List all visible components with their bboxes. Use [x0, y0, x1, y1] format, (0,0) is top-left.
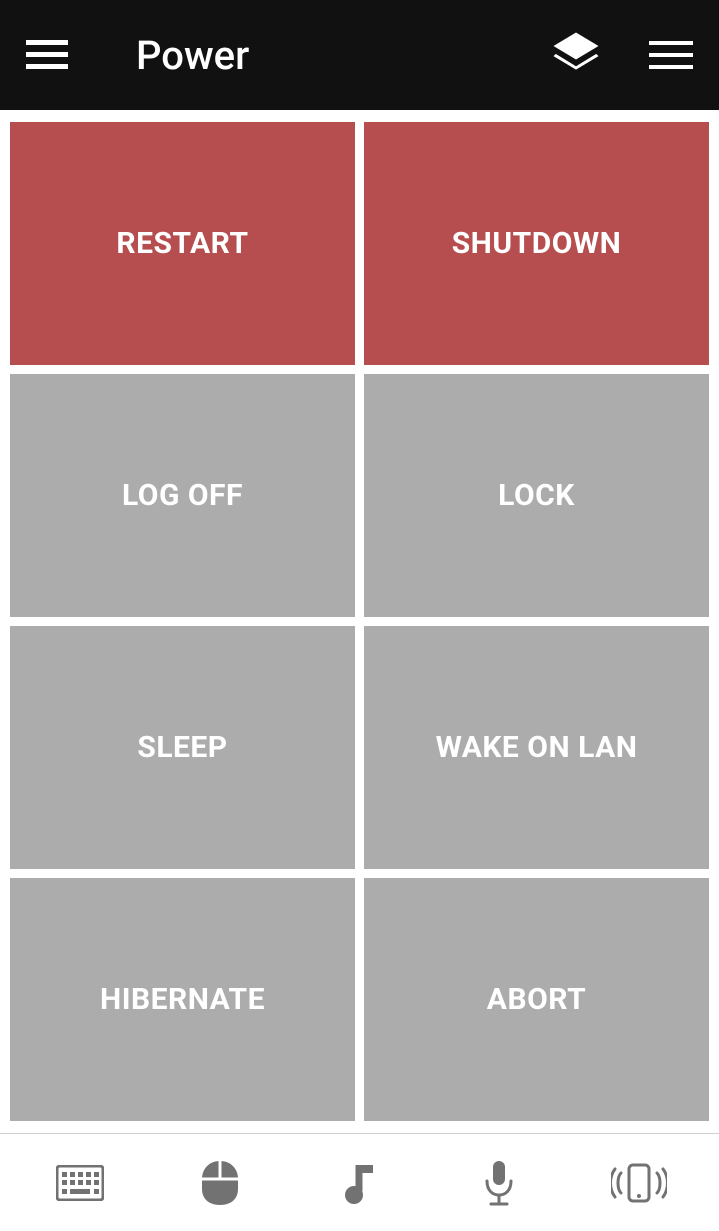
hamburger-thin-icon	[649, 41, 693, 69]
tile-label: LOCK	[498, 478, 575, 513]
tile-label: HIBERNATE	[100, 982, 265, 1017]
hamburger-icon	[26, 40, 68, 70]
menu-button[interactable]	[18, 32, 76, 78]
mouse-icon	[200, 1159, 240, 1207]
more-button[interactable]	[641, 33, 701, 77]
sleep-button[interactable]: SLEEP	[10, 626, 355, 869]
music-note-icon	[341, 1161, 377, 1205]
power-grid: RESTART SHUTDOWN LOG OFF LOCK SLEEP WAKE…	[0, 110, 719, 1133]
page-title: Power	[136, 32, 249, 79]
microphone-icon	[481, 1159, 517, 1207]
hibernate-button[interactable]: HIBERNATE	[10, 878, 355, 1121]
restart-button[interactable]: RESTART	[10, 122, 355, 365]
keyboard-button[interactable]	[50, 1153, 110, 1213]
tile-label: WAKE ON LAN	[436, 730, 638, 765]
vibrate-button[interactable]	[609, 1153, 669, 1213]
tile-label: SHUTDOWN	[452, 226, 622, 261]
keyboard-icon	[56, 1165, 104, 1201]
layers-button[interactable]	[541, 20, 611, 90]
lock-button[interactable]: LOCK	[364, 374, 709, 617]
layers-icon	[549, 28, 603, 82]
mouse-button[interactable]	[190, 1153, 250, 1213]
phone-vibrate-icon	[611, 1161, 667, 1205]
voice-button[interactable]	[469, 1153, 529, 1213]
music-button[interactable]	[329, 1153, 389, 1213]
tile-label: SLEEP	[137, 730, 227, 765]
wake-on-lan-button[interactable]: WAKE ON LAN	[364, 626, 709, 869]
tile-label: ABORT	[487, 982, 586, 1017]
tile-label: LOG OFF	[122, 478, 243, 513]
tile-label: RESTART	[116, 226, 248, 261]
logoff-button[interactable]: LOG OFF	[10, 374, 355, 617]
bottom-bar	[0, 1133, 719, 1231]
shutdown-button[interactable]: SHUTDOWN	[364, 122, 709, 365]
top-bar-left: Power	[18, 32, 249, 79]
abort-button[interactable]: ABORT	[364, 878, 709, 1121]
top-bar: Power	[0, 0, 719, 110]
